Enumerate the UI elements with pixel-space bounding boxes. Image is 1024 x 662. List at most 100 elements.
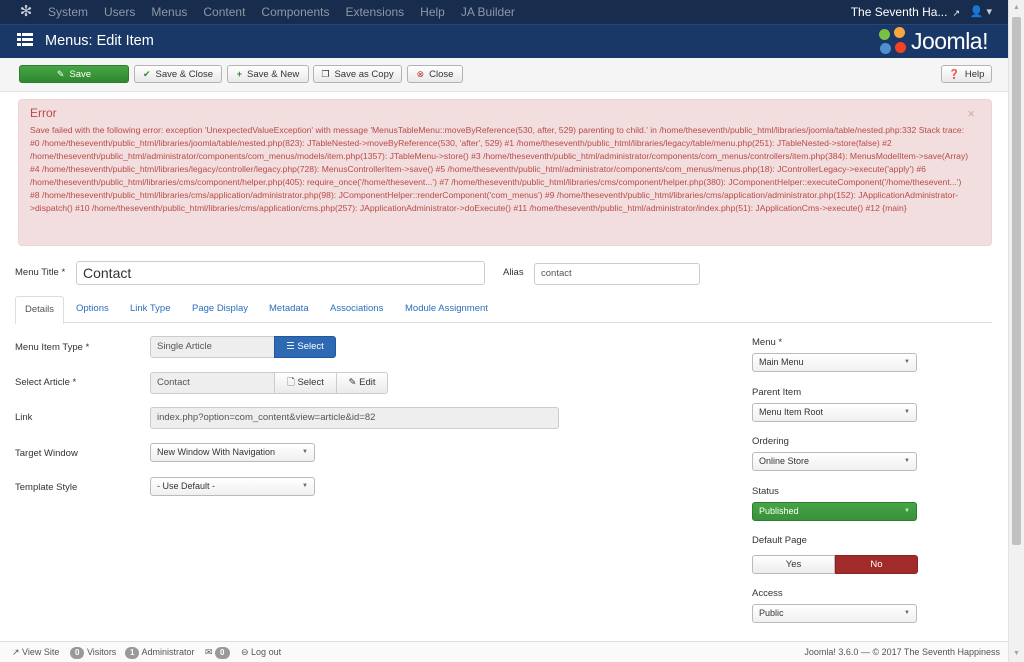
toolbar: ✎ Save ✔ Save & Close + Save & New ❐ Save as… [0,58,1008,92]
chevron-down-icon: ▼ [302,483,308,489]
menu-label: Menu * [752,337,783,348]
chevron-down-icon: ▼ [904,359,910,365]
scroll-down-icon[interactable]: ▼ [1013,650,1020,657]
default-page-label: Default Page [752,535,807,546]
select-type-button[interactable]: ☰ Select [274,336,336,358]
save-icon: ✎ [56,69,65,79]
user-menu[interactable]: 👤 ▾ [970,0,992,24]
template-style-select[interactable]: - Use Default - ▼ [150,477,315,496]
close-icon[interactable]: × [967,106,975,121]
menu-title-label: Menu Title * [15,267,66,278]
save-copy-button[interactable]: ❐ Save as Copy [313,65,402,83]
menu-menus[interactable]: Menus [151,0,187,24]
top-menu: System Users Menus Content Components Ex… [48,0,531,24]
save-new-button[interactable]: + Save & New [227,65,309,83]
page-header: Menus: Edit Item Joomla! [0,24,1008,58]
selected-article-field: Contact [150,372,275,394]
list-icon [17,33,33,49]
edit-article-button[interactable]: ✎ Edit [336,372,388,394]
tab-link-type[interactable]: Link Type [121,296,180,323]
chevron-down-icon: ▼ [904,508,910,514]
edit-icon: ✎ [348,377,360,388]
menu-components[interactable]: Components [261,0,329,24]
tab-associations[interactable]: Associations [321,296,392,323]
ordering-select[interactable]: Online Store ▼ [752,452,917,471]
tab-module-assignment[interactable]: Module Assignment [396,296,497,323]
access-label: Access [752,588,783,599]
link-label: Link [15,412,33,423]
file-icon: 🗋 [287,377,298,388]
menu-content[interactable]: Content [203,0,245,24]
footer-version: Joomla! 3.6.0 — © 2017 The Seventh Happi… [804,647,1000,657]
menu-help[interactable]: Help [420,0,445,24]
menu-users[interactable]: Users [104,0,135,24]
site-link[interactable]: The Seventh Ha... ↗ [851,0,960,25]
tab-options[interactable]: Options [67,296,118,323]
external-link-icon: ↗ [952,8,960,18]
menu-extensions[interactable]: Extensions [345,0,404,24]
target-window-label: Target Window [15,448,78,459]
tab-metadata[interactable]: Metadata [260,296,318,323]
status-label: Status [752,486,779,497]
visitors-badge: 0 [70,647,85,659]
top-navbar: ✻ System Users Menus Content Components … [0,0,1008,24]
page-title: Menus: Edit Item [45,33,154,49]
menu-ja-builder[interactable]: JA Builder [461,0,515,24]
external-link-icon: ↗ [12,647,23,657]
status-select[interactable]: Published ▼ [752,502,917,521]
error-alert: Error × Save failed with the following e… [18,99,992,246]
template-style-label: Template Style [15,482,78,493]
default-page-yes[interactable]: Yes [752,555,835,574]
scroll-up-icon[interactable]: ▲ [1013,4,1020,11]
mail-icon: ✉ [205,647,216,657]
scrollbar-thumb[interactable] [1012,17,1021,545]
messages-indicator[interactable]: ✉ 0 [205,642,230,662]
target-window-select[interactable]: New Window With Navigation ▼ [150,443,315,462]
joomla-icon[interactable]: ✻ [18,4,34,20]
question-icon: ❓ [948,69,960,79]
save-button[interactable]: ✎ Save [19,65,129,83]
parent-item-label: Parent Item [752,387,802,398]
minus-icon: ⊖ [241,647,252,657]
ordering-label: Ordering [752,436,789,447]
page-scrollbar[interactable]: ▲ ▼ [1008,0,1024,662]
menu-title-input[interactable]: Contact [76,261,485,285]
logout-link[interactable]: ⊖ Log out [241,642,281,662]
menu-system[interactable]: System [48,0,88,24]
copy-icon: ❐ [321,69,330,79]
chevron-down-icon: ▼ [904,409,910,415]
parent-item-select[interactable]: Menu Item Root ▼ [752,403,917,422]
visitors-indicator: 0 Visitors [70,642,116,662]
select-article-label: Select Article * [15,377,77,388]
link-field: index.php?option=com_content&view=articl… [150,407,559,429]
list-icon: ☰ [286,341,298,352]
status-bar: ↗ View Site 0 Visitors 1 Administrator ✉… [0,641,1008,662]
help-button[interactable]: ❓ Help [941,65,992,83]
joomla-logo-icon [878,27,907,55]
admin-badge: 1 [125,647,140,659]
menu-item-type-label: Menu Item Type * [15,342,90,353]
chevron-down-icon: ▼ [904,458,910,464]
messages-badge: 0 [215,647,230,659]
alert-message: Save failed with the following error: ex… [30,125,969,213]
check-icon: ✔ [142,69,151,79]
alias-input[interactable]: contact [534,263,700,285]
close-button[interactable]: ⊗ Close [407,65,463,83]
default-page-no[interactable]: No [835,555,918,574]
access-select[interactable]: Public ▼ [752,604,917,623]
view-site-link[interactable]: ↗ View Site [12,642,59,662]
admins-indicator: 1 Administrator [125,642,194,662]
select-article-button[interactable]: 🗋 Select [274,372,337,394]
alias-label: Alias [503,267,524,278]
tab-page-display[interactable]: Page Display [183,296,257,323]
alert-heading: Error [30,106,57,120]
joomla-brand-text: Joomla! [910,27,989,54]
chevron-down-icon: ▼ [302,449,308,455]
menu-item-type-field: Single Article [150,336,275,358]
save-close-button[interactable]: ✔ Save & Close [134,65,222,83]
cancel-icon: ⊗ [416,69,425,79]
chevron-down-icon: ▼ [904,610,910,616]
menu-select[interactable]: Main Menu ▼ [752,353,917,372]
tab-details[interactable]: Details [15,296,65,324]
user-icon: 👤 [969,6,984,18]
